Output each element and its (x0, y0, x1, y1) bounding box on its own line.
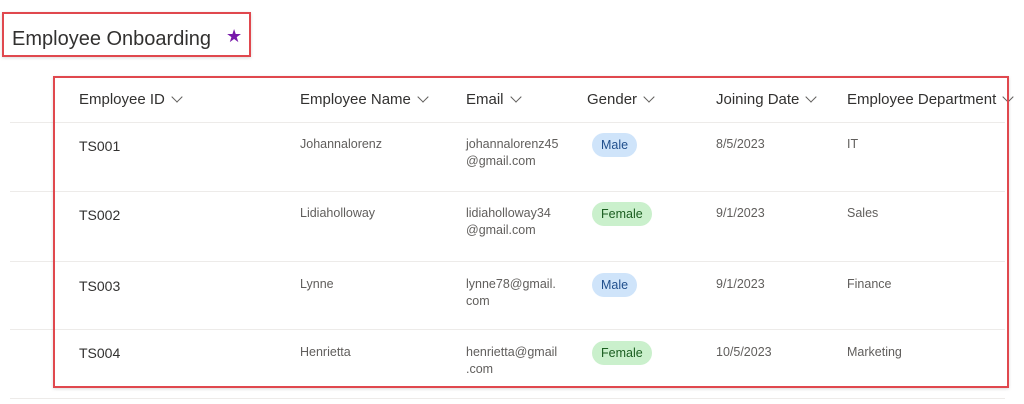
column-header-label: Employee Department (847, 91, 997, 108)
department-cell: IT (847, 137, 859, 151)
email-cell[interactable]: lidiaholloway34 @gmail.com (466, 205, 584, 239)
email-cell[interactable]: henrietta@gmail .com (466, 344, 584, 378)
employee-id-cell: TS004 (79, 345, 121, 361)
email-cell[interactable]: lynne78@gmail. com (466, 276, 584, 310)
email-cell[interactable]: johannalorenz45 @gmail.com (466, 136, 584, 170)
column-header-label: Joining Date (716, 91, 800, 108)
header-divider (10, 122, 1005, 123)
column-header-gender[interactable]: Gender (587, 91, 655, 108)
column-header-employee-name[interactable]: Employee Name (300, 91, 429, 108)
page-title: Employee Onboarding (12, 28, 212, 50)
column-header-employee-id[interactable]: Employee ID (79, 91, 183, 108)
joining-date-cell: 9/1/2023 (716, 206, 765, 220)
email-line: @gmail.com (466, 154, 536, 168)
column-header-label: Email (466, 91, 504, 108)
email-line: henrietta@gmail (466, 345, 558, 359)
employee-name-cell: Johannalorenz (300, 137, 383, 151)
star-icon[interactable]: ★ (226, 26, 242, 47)
gender-badge: Female (592, 202, 652, 226)
column-header-label: Employee ID (79, 91, 165, 108)
column-header-email[interactable]: Email (466, 91, 522, 108)
employee-id-cell: TS002 (79, 207, 121, 223)
chevron-down-icon (1002, 91, 1014, 103)
employee-id-cell: TS003 (79, 278, 121, 294)
department-cell: Marketing (847, 345, 902, 359)
joining-date-cell: 8/5/2023 (716, 137, 765, 151)
chevron-down-icon (171, 91, 183, 103)
row-divider (10, 398, 1005, 399)
row-divider (10, 329, 1005, 330)
email-line: lidiaholloway34 (466, 206, 551, 220)
employee-name-cell: Lidiaholloway (300, 206, 376, 220)
list-view: Employee Onboarding ★ Employee ID Employ… (0, 0, 1024, 404)
column-header-employee-department[interactable]: Employee Department (847, 91, 1014, 108)
employee-name-cell: Henrietta (300, 345, 351, 359)
email-line: johannalorenz45 (466, 137, 559, 151)
employee-id-cell: TS001 (79, 138, 121, 154)
column-header-label: Gender (587, 91, 638, 108)
column-header-label: Employee Name (300, 91, 411, 108)
column-header-joining-date[interactable]: Joining Date (716, 91, 818, 108)
chevron-down-icon (417, 91, 429, 103)
gender-badge: Male (592, 273, 638, 297)
chevron-down-icon (805, 91, 818, 103)
department-cell: Finance (847, 277, 892, 291)
chevron-down-icon (643, 91, 655, 103)
row-divider (10, 261, 1005, 262)
row-divider (10, 191, 1005, 192)
employee-name-cell: Lynne (300, 277, 334, 291)
gender-badge: Female (592, 341, 652, 365)
gender-badge: Male (592, 133, 638, 157)
email-line: @gmail.com (466, 223, 536, 237)
chevron-down-icon (509, 91, 522, 103)
email-line: lynne78@gmail. (466, 277, 556, 291)
department-cell: Sales (847, 206, 879, 220)
email-line: .com (466, 362, 494, 376)
joining-date-cell: 10/5/2023 (716, 345, 772, 359)
email-line: com (466, 294, 490, 308)
joining-date-cell: 9/1/2023 (716, 277, 765, 291)
